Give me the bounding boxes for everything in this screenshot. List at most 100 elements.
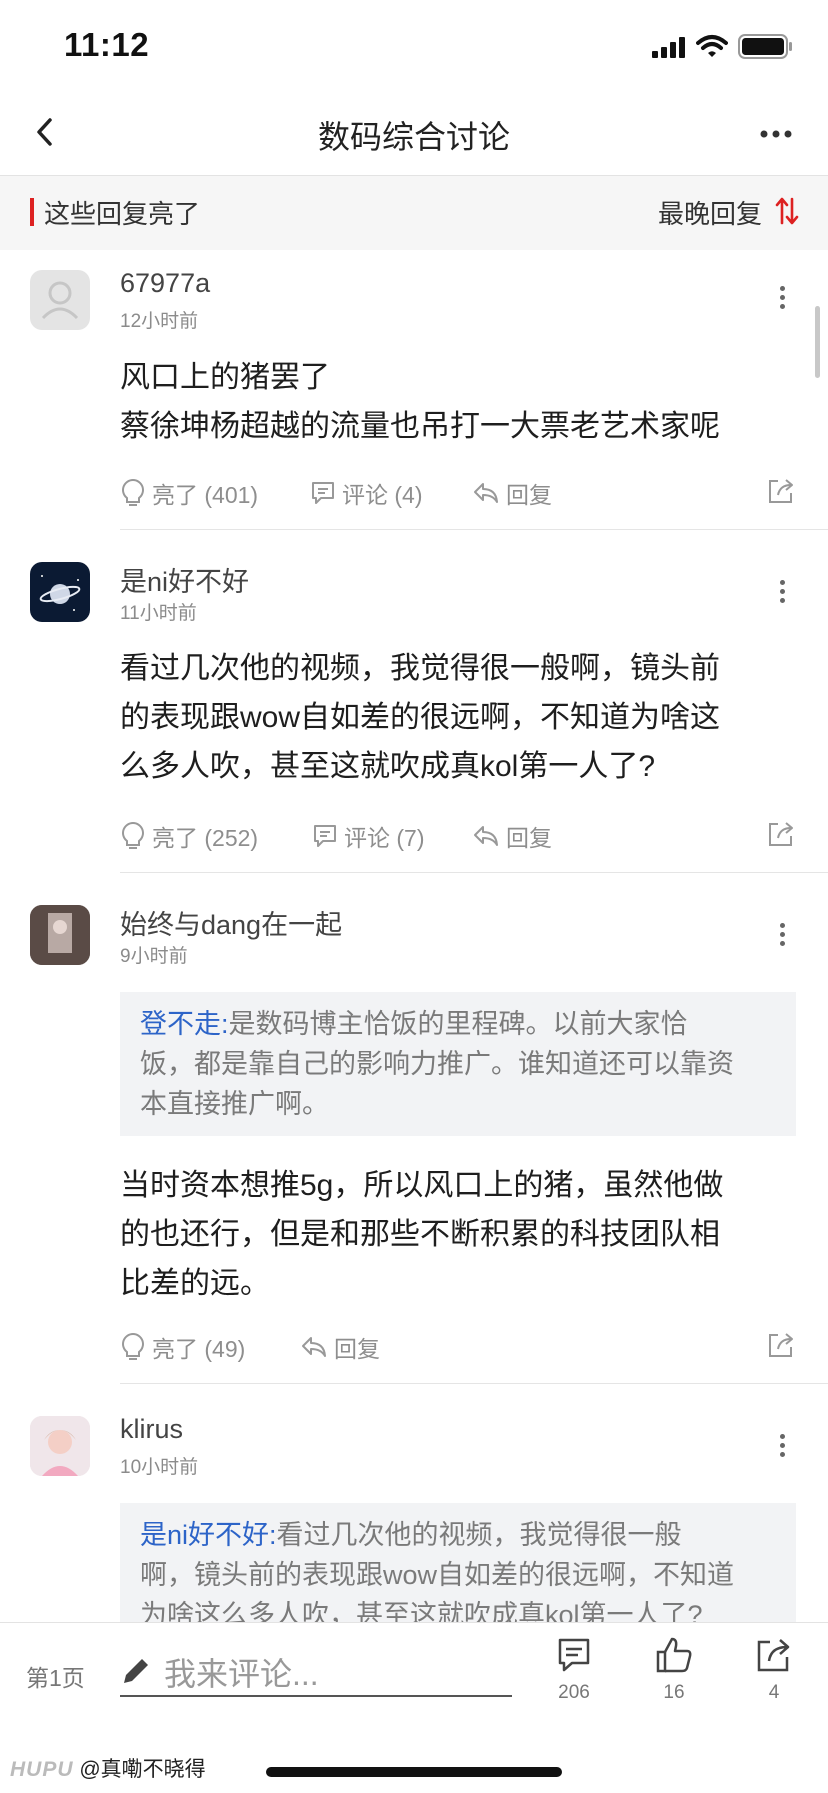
- avatar[interactable]: [30, 562, 90, 622]
- reply-label: 回复: [506, 482, 552, 508]
- page-indicator[interactable]: 第1页: [26, 1659, 85, 1693]
- comment-more-icon[interactable]: [780, 576, 786, 607]
- quote-line: 饭，都是靠自己的影响力推广。谁知道还可以靠资: [140, 1049, 734, 1079]
- comment-content: 看过几次他的视频，我觉得很一般啊，镜头前 的表现跟wow自如差的很远啊，不知道为…: [120, 644, 796, 791]
- comment-input[interactable]: 我来评论...: [120, 1643, 512, 1697]
- section-header: 这些回复亮了 最晚回复: [0, 176, 828, 250]
- reply-button[interactable]: 回复: [300, 1330, 380, 1364]
- like-button[interactable]: 16: [644, 1635, 704, 1704]
- home-indicator[interactable]: [266, 1767, 562, 1777]
- comment-content: 风口上的猪罢了 蔡徐坤杨超越的流量也吊打一大票老艺术家呢: [120, 353, 796, 451]
- reply-label: 回复: [334, 1336, 380, 1362]
- username[interactable]: 67977a: [120, 268, 210, 299]
- reply-arrow-icon: [302, 1337, 326, 1357]
- quote-line: 本直接推广啊。: [140, 1089, 329, 1119]
- comment-more-icon[interactable]: [780, 919, 786, 950]
- comment-placeholder: 我来评论...: [164, 1656, 319, 1692]
- share-icon[interactable]: [766, 1330, 796, 1360]
- watermark: HUPU @真嘞不晓得: [10, 1753, 206, 1783]
- comment-bubble-icon: [312, 482, 334, 504]
- light-button[interactable]: 亮了 (252): [120, 819, 258, 853]
- comment-button[interactable]: 评论 (7): [312, 819, 425, 853]
- quote-line: 啊，镜头前的表现跟wow自如差的很远啊，不知道: [140, 1560, 735, 1590]
- lightbulb-icon: [122, 1332, 144, 1360]
- comments-button[interactable]: 206: [544, 1635, 604, 1704]
- content-line: 的也还行，但是和那些不断积累的科技团队相: [120, 1218, 720, 1251]
- lightbulb-icon: [122, 478, 144, 506]
- comments-count: 206: [558, 1682, 590, 1703]
- section-title: 这些回复亮了: [44, 199, 201, 229]
- reply-label: 回复: [506, 825, 552, 851]
- section-accent-bar: [30, 198, 34, 226]
- lightbulb-icon: [122, 821, 144, 849]
- likes-count: 16: [663, 1682, 685, 1703]
- comment-bubble-icon: [314, 825, 336, 847]
- comment-divider: [120, 1383, 828, 1384]
- watermark-text: @真嘞不晓得: [79, 1758, 206, 1781]
- comment-actions: 亮了 (49) 回复: [120, 1330, 796, 1370]
- username[interactable]: 是ni好不好: [120, 560, 249, 599]
- default-avatar-icon: [41, 281, 79, 320]
- reply-button[interactable]: 回复: [472, 476, 552, 510]
- planet-avatar-icon: [39, 575, 81, 611]
- comment-divider: [120, 872, 828, 873]
- quote-author[interactable]: 是ni好不好:: [140, 1520, 277, 1550]
- watermark-logo: HUPU: [10, 1758, 74, 1781]
- content-line: 看过几次他的视频，我觉得很一般啊，镜头前: [120, 652, 720, 685]
- reply-arrow-icon: [474, 826, 498, 846]
- comment-button[interactable]: 评论 (4): [310, 476, 423, 510]
- timestamp: 12小时前: [120, 311, 199, 332]
- avatar[interactable]: [30, 270, 90, 330]
- signal-icon: [652, 36, 686, 58]
- quoted-reply[interactable]: 登不走:是数码博主恰饭的里程碑。以前大家恰 饭，都是靠自己的影响力推广。谁知道还…: [120, 992, 796, 1136]
- content-line: 的表现跟wow自如差的很远啊，不知道为啥这: [120, 701, 721, 734]
- avatar[interactable]: [30, 1416, 90, 1476]
- content-line: 当时资本想推5g，所以风口上的猪，虽然他做: [120, 1169, 724, 1202]
- scrollbar[interactable]: [815, 306, 820, 378]
- light-count: 亮了 (401): [152, 482, 259, 508]
- timestamp: 10小时前: [120, 1457, 199, 1478]
- avatar[interactable]: [30, 905, 90, 965]
- timestamp: 11小时前: [120, 603, 197, 624]
- pencil-icon: [124, 1659, 148, 1683]
- battery-icon: [738, 34, 792, 59]
- more-options-icon[interactable]: [760, 129, 792, 139]
- light-count: 亮了 (49): [152, 1336, 246, 1362]
- comment-more-icon[interactable]: [780, 1430, 786, 1461]
- comment-content: 当时资本想推5g，所以风口上的猪，虽然他做 的也还行，但是和那些不断积累的科技团…: [120, 1161, 796, 1308]
- photo-avatar-icon: [30, 905, 90, 965]
- reply-arrow-icon: [474, 483, 498, 503]
- comment-bubble-icon: [558, 1638, 590, 1672]
- photo-avatar-icon: [30, 1416, 90, 1476]
- share-button[interactable]: 4: [744, 1635, 804, 1704]
- comment-count: 评论 (7): [344, 825, 425, 851]
- content-line: 风口上的猪罢了: [120, 361, 330, 394]
- content-line: 蔡徐坤杨超越的流量也吊打一大票老艺术家呢: [120, 410, 720, 443]
- comment-divider: [120, 529, 828, 530]
- light-count: 亮了 (252): [152, 825, 259, 851]
- wifi-icon: [696, 35, 728, 57]
- share-icon[interactable]: [766, 476, 796, 506]
- timestamp: 9小时前: [120, 946, 188, 967]
- quote-author[interactable]: 登不走:: [140, 1009, 229, 1039]
- sort-icon[interactable]: [774, 196, 800, 226]
- comment-actions: 亮了 (401) 评论 (4) 回复: [120, 476, 796, 516]
- page-title: 数码综合讨论: [317, 119, 510, 155]
- light-button[interactable]: 亮了 (401): [120, 476, 258, 510]
- sort-button[interactable]: 最晚回复: [658, 194, 762, 231]
- content-line: 么多人吹，甚至这就吹成真kol第一人了?: [120, 750, 656, 783]
- reply-button[interactable]: 回复: [472, 819, 552, 853]
- comment-actions: 亮了 (252) 评论 (7) 回复: [120, 819, 796, 859]
- quote-line: 是ni好不好:看过几次他的视频，我觉得很一般: [140, 1515, 776, 1555]
- thumbs-up-icon: [656, 1637, 692, 1673]
- quote-text: 看过几次他的视频，我觉得很一般: [276, 1520, 682, 1550]
- username[interactable]: 始终与dang在一起: [120, 903, 342, 942]
- status-time: 11:12: [64, 26, 150, 63]
- comment-more-icon[interactable]: [780, 282, 786, 313]
- share-icon: [757, 1639, 790, 1672]
- share-icon[interactable]: [766, 819, 796, 849]
- quote-text: 是数码博主恰饭的里程碑。以前大家恰: [228, 1009, 688, 1039]
- username[interactable]: klirus: [120, 1414, 183, 1445]
- light-button[interactable]: 亮了 (49): [120, 1330, 245, 1364]
- content-line: 比差的远。: [120, 1267, 270, 1300]
